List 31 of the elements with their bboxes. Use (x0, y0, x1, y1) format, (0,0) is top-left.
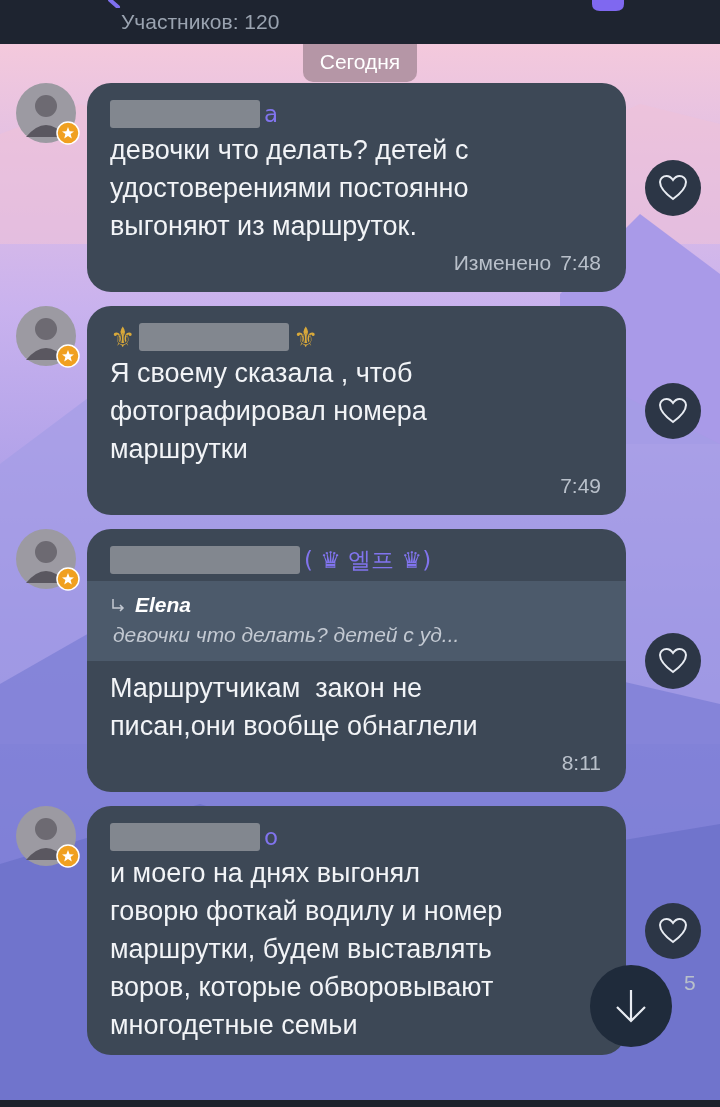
back-icon[interactable] (108, 0, 122, 8)
heart-icon (658, 917, 688, 944)
member-count: Участников: 120 (121, 10, 280, 34)
reply-arrow-icon (111, 598, 125, 612)
date-label: Сегодня (302, 44, 418, 82)
heart-icon (658, 174, 688, 201)
reply-quote[interactable]: Elena девочки что делать? детей с уд... (87, 581, 626, 661)
author-name[interactable]: a (264, 101, 279, 127)
message-text: девочки что делать? детей с удостоверениями постоянно выгоняют из маршруток. (109, 134, 470, 243)
message-time: 7:48 (560, 251, 601, 275)
quoted-text: девочки что делать? детей с уд... (112, 623, 461, 647)
message-time: 8:11 (561, 751, 601, 775)
heart-icon (658, 397, 688, 424)
author-ornament: ⚜ (293, 320, 319, 354)
star-badge-icon (56, 121, 80, 145)
message-text: Маршрутчикам закон не писан,они вообще обнаглели (109, 672, 479, 743)
arrow-down-icon (614, 988, 648, 1024)
edited-label: Изменено (453, 251, 552, 275)
header-icon[interactable] (590, 0, 626, 12)
star-badge-icon (56, 344, 80, 368)
author-name[interactable]: ( ♛ 엘프 ♛) (304, 544, 432, 576)
message-text: и моего на днях выгонял говорю фоткай водилу и номер маршрутки, будем выставлять воров, которые обворовывают многодетные семьи (109, 857, 504, 1042)
author-ornament: ⚜ (110, 320, 136, 354)
star-badge-icon (56, 567, 80, 591)
quoted-author: Elena (135, 593, 192, 617)
star-badge-icon (56, 844, 80, 868)
like-count: 5 (684, 970, 696, 995)
message-time: 7:49 (560, 474, 601, 498)
author-name[interactable]: o (264, 824, 279, 850)
message-text: Я своему сказала , чтоб фотографировал номера маршрутки (109, 357, 428, 466)
heart-icon (658, 647, 688, 674)
